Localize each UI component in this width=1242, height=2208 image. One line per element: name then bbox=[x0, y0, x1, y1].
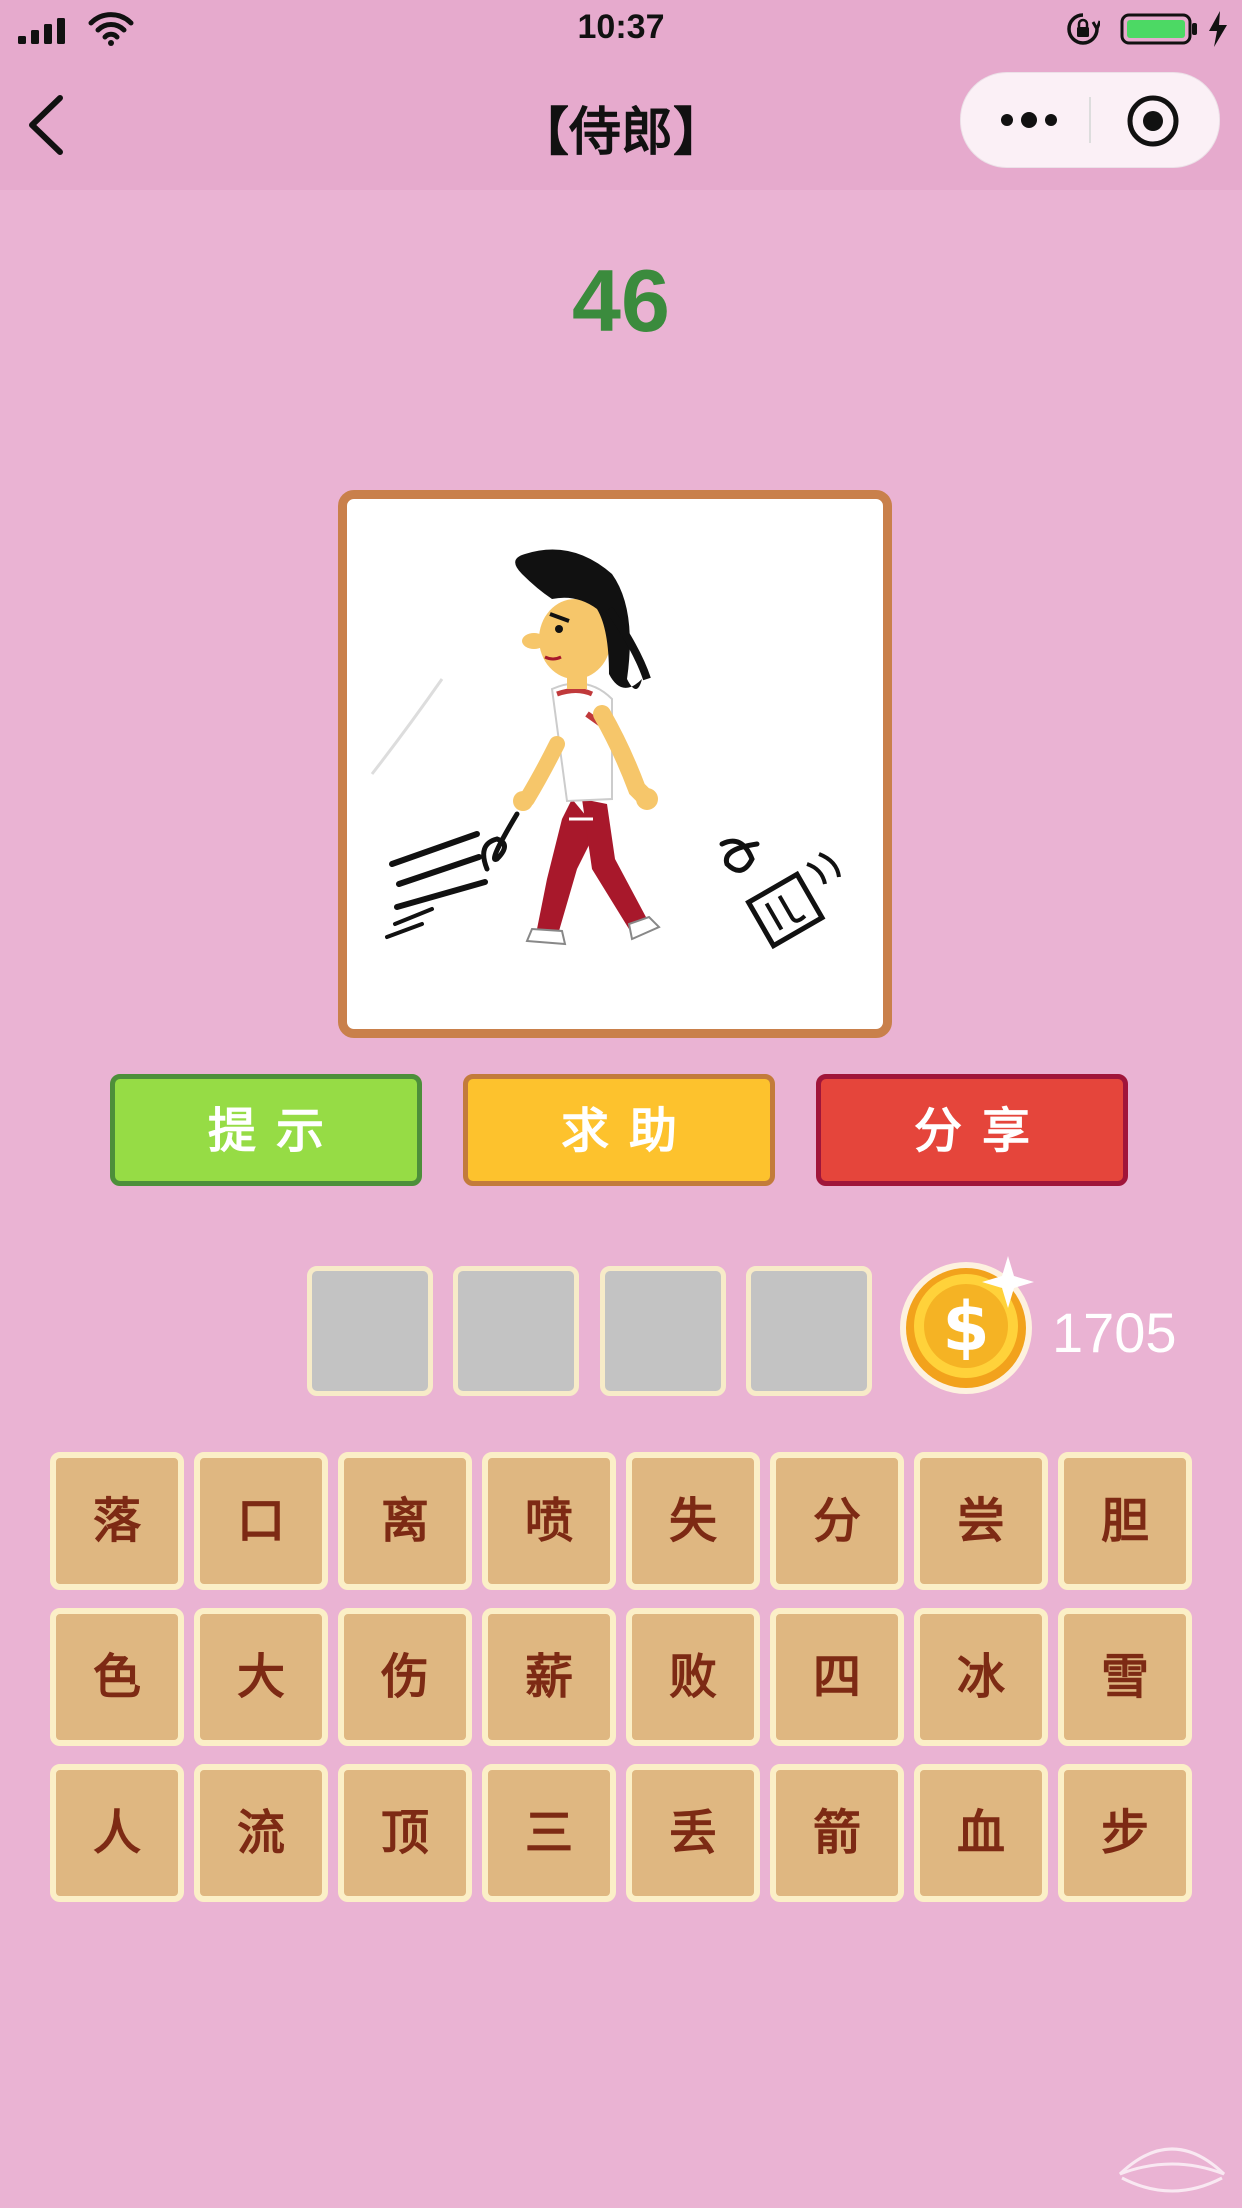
character-tile[interactable]: 败 bbox=[626, 1608, 760, 1746]
answer-slot[interactable] bbox=[453, 1266, 579, 1396]
coin-icon: $ bbox=[900, 1256, 1034, 1394]
character-tile[interactable]: 丢 bbox=[626, 1764, 760, 1902]
walking-man-illustration bbox=[370, 549, 841, 950]
character-tile[interactable]: 流 bbox=[194, 1764, 328, 1902]
orientation-lock-icon bbox=[1067, 13, 1100, 45]
capsule-divider bbox=[1089, 97, 1091, 143]
status-bar: 10:37 bbox=[0, 0, 1242, 60]
character-tile[interactable]: 尝 bbox=[914, 1452, 1048, 1590]
character-tile[interactable]: 血 bbox=[914, 1764, 1048, 1902]
character-tile[interactable]: 失 bbox=[626, 1452, 760, 1590]
character-tile[interactable]: 四 bbox=[770, 1608, 904, 1746]
character-tile[interactable]: 胆 bbox=[1058, 1452, 1192, 1590]
answer-slot[interactable] bbox=[307, 1266, 433, 1396]
character-tile[interactable]: 落 bbox=[50, 1452, 184, 1590]
hint-button[interactable]: 提示 bbox=[110, 1074, 422, 1186]
answer-slot[interactable] bbox=[600, 1266, 726, 1396]
character-tile[interactable]: 箭 bbox=[770, 1764, 904, 1902]
character-tile[interactable]: 离 bbox=[338, 1452, 472, 1590]
close-target-icon[interactable] bbox=[1125, 93, 1181, 149]
more-icon[interactable] bbox=[997, 103, 1061, 137]
character-tile[interactable]: 步 bbox=[1058, 1764, 1192, 1902]
character-tile[interactable]: 喷 bbox=[482, 1452, 616, 1590]
help-button[interactable]: 求助 bbox=[463, 1074, 775, 1186]
character-tile[interactable]: 人 bbox=[50, 1764, 184, 1902]
watermark-logo bbox=[1118, 2147, 1226, 2193]
character-tile[interactable]: 色 bbox=[50, 1608, 184, 1746]
puzzle-image-frame bbox=[338, 490, 892, 1038]
character-tile[interactable]: 口 bbox=[194, 1452, 328, 1590]
character-tile[interactable]: 薪 bbox=[482, 1608, 616, 1746]
character-tile[interactable]: 冰 bbox=[914, 1608, 1048, 1746]
mini-program-capsule bbox=[960, 72, 1220, 168]
charging-bolt-icon bbox=[1209, 11, 1227, 47]
level-number: 46 bbox=[572, 251, 670, 350]
character-tile[interactable]: 大 bbox=[194, 1608, 328, 1746]
character-tile[interactable]: 伤 bbox=[338, 1608, 472, 1746]
character-tile[interactable]: 分 bbox=[770, 1452, 904, 1590]
character-tile[interactable]: 三 bbox=[482, 1764, 616, 1902]
svg-text:$: $ bbox=[942, 1288, 989, 1367]
coin-count: 1705 bbox=[1052, 1301, 1177, 1364]
share-button[interactable]: 分享 bbox=[816, 1074, 1128, 1186]
status-time: 10:37 bbox=[577, 8, 665, 46]
answer-slot[interactable] bbox=[746, 1266, 872, 1396]
battery-icon bbox=[1120, 13, 1197, 45]
character-tile[interactable]: 顶 bbox=[338, 1764, 472, 1902]
character-tile[interactable]: 雪 bbox=[1058, 1608, 1192, 1746]
